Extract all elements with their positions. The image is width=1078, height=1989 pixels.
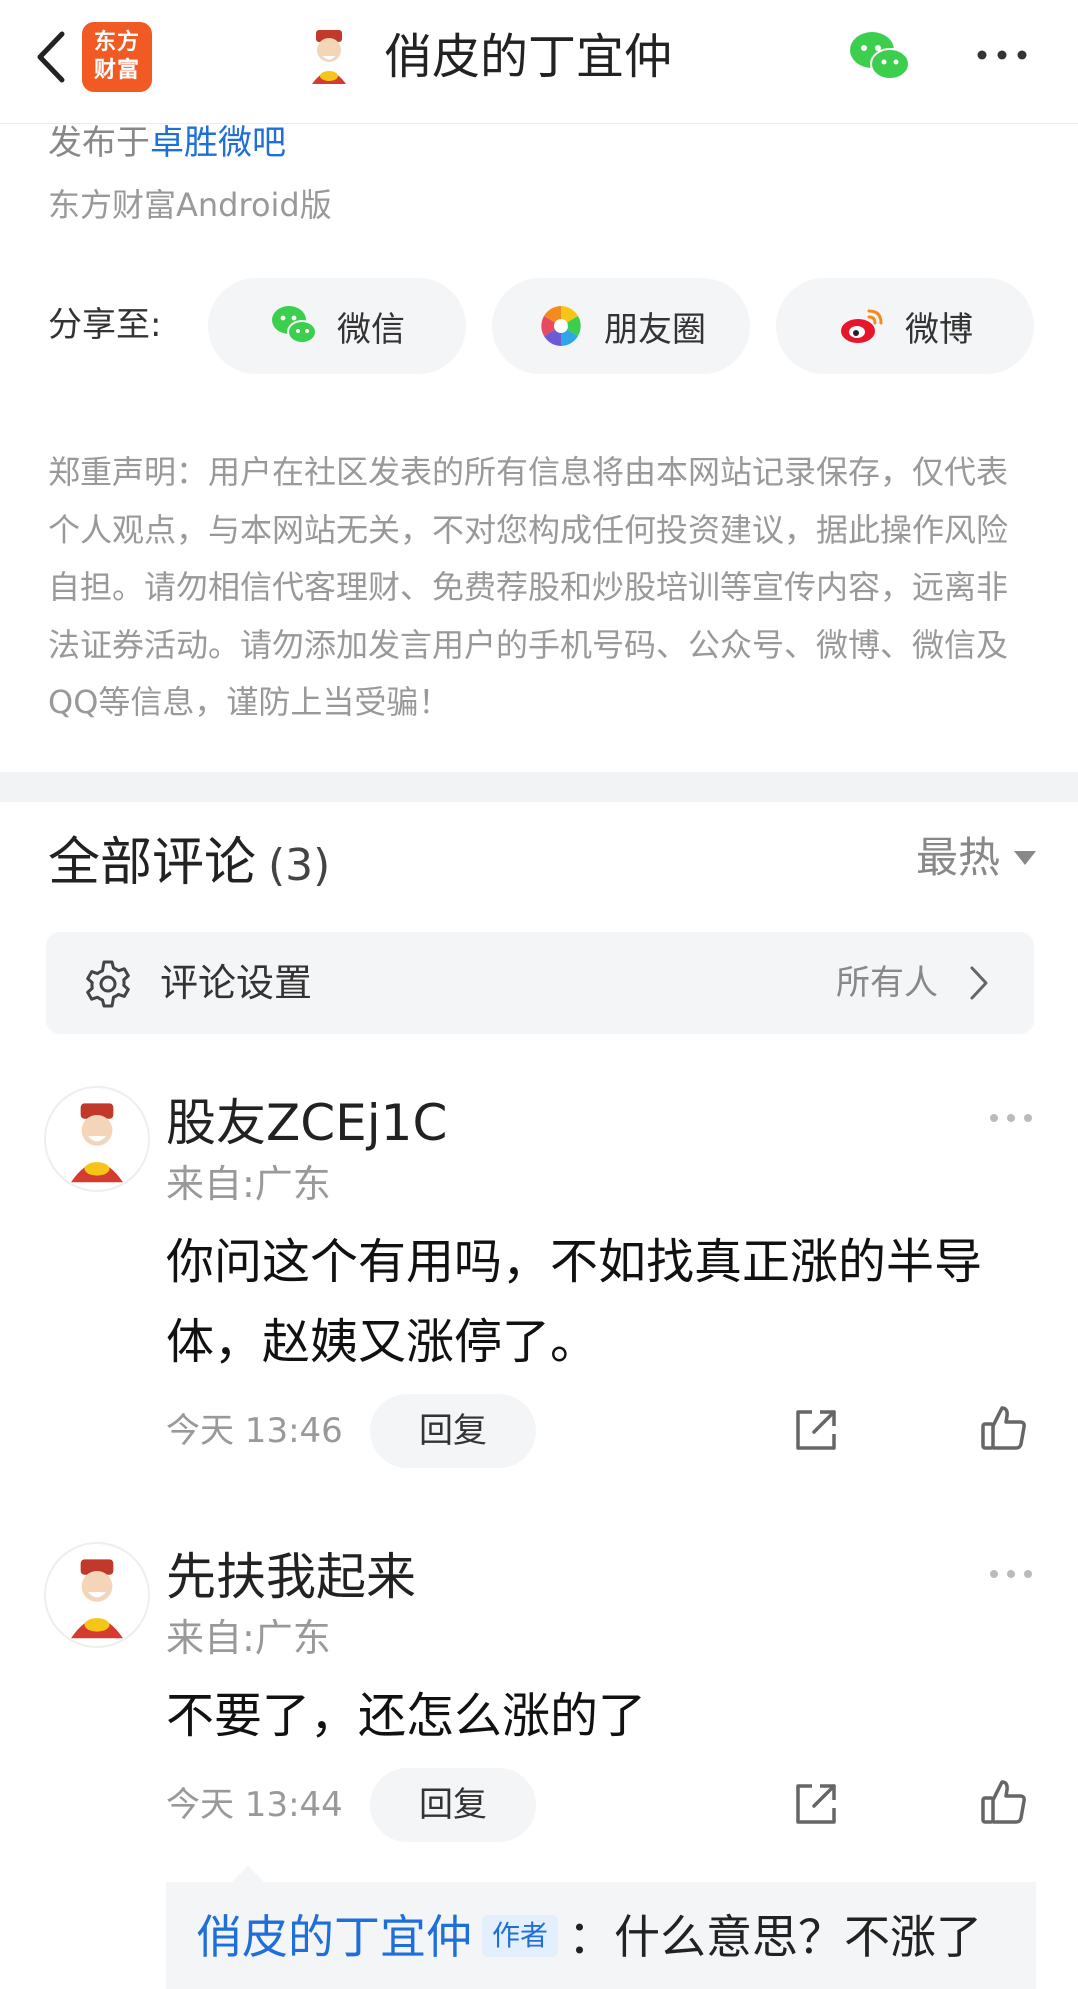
gear-icon [86, 960, 130, 1008]
commenter-avatar[interactable] [44, 1542, 150, 1648]
share-weibo-button[interactable]: 微博 [776, 278, 1034, 374]
reply-author-name[interactable]: 俏皮的丁宜仲 [196, 1910, 472, 1964]
share-weibo-label: 微博 [905, 309, 973, 350]
author-reply-line: 俏皮的丁宜仲 作者 ：什么意思？不涨了 [196, 1904, 982, 1970]
back-arrow-icon[interactable] [18, 22, 88, 92]
share-wechat-label: 微信 [337, 309, 405, 350]
comments-title: 全部评论 [48, 833, 257, 893]
share-icon[interactable] [790, 1404, 842, 1456]
commenter-name[interactable]: 先扶我起来 [166, 1542, 416, 1612]
comment-text: 你问这个有用吗，不如找真正涨的半导体，赵姨又涨停了。 [166, 1234, 983, 1370]
comments-heading: 全部评论 (3) [48, 828, 330, 901]
reply-box-notch [232, 1866, 264, 1882]
comment-settings-bar[interactable]: 评论设置 所有人 [46, 932, 1034, 1034]
dropdown-triangle-icon [1014, 851, 1036, 865]
share-moments-label: 朋友圈 [604, 309, 706, 350]
sort-label: 最热 [915, 833, 1000, 882]
sort-dropdown[interactable]: 最热 [916, 828, 1036, 888]
reply-button[interactable]: 回复 [370, 1394, 536, 1468]
section-divider [0, 772, 1078, 802]
share-moments-button[interactable]: 朋友圈 [492, 278, 750, 374]
weibo-icon [841, 309, 883, 343]
author-reply-box[interactable]: 俏皮的丁宜仲 作者 ：什么意思？不涨了 [166, 1866, 1036, 1989]
comment-more-icon[interactable] [986, 1108, 1036, 1128]
app-logo[interactable]: 东方 财富 [82, 22, 152, 92]
commenter-location: 来自:广东 [166, 1162, 331, 1206]
app-logo-line1: 东方 [93, 30, 140, 55]
share-wechat-button[interactable]: 微信 [208, 278, 466, 374]
posted-in-line: 发布于卓胜微吧 [48, 118, 286, 168]
comment-settings-label: 评论设置 [160, 961, 313, 1005]
forum-link[interactable]: 卓胜微吧 [150, 123, 286, 163]
comment-time: 今天 13:46 [166, 1411, 343, 1451]
wechat-icon [272, 306, 317, 344]
comment-more-icon[interactable] [986, 1564, 1036, 1584]
comment-time: 今天 13:44 [166, 1785, 343, 1825]
reply-button[interactable]: 回复 [370, 1768, 536, 1842]
wechat-share-icon[interactable] [846, 28, 912, 84]
moments-icon [541, 306, 581, 346]
posted-in-prefix: 发布于 [48, 123, 150, 163]
thumbs-up-icon[interactable] [978, 1402, 1030, 1454]
comment-text: 不要了，还怎么涨的了 [166, 1688, 647, 1744]
client-source: 东方财富Android版 [48, 186, 332, 224]
comment-settings-value: 所有人 [836, 963, 938, 1003]
commenter-avatar[interactable] [44, 1086, 150, 1192]
page-title: 俏皮的丁宜仲 [384, 29, 673, 85]
author-avatar-icon[interactable] [298, 26, 360, 88]
commenter-name[interactable]: 股友ZCEj1C [166, 1088, 447, 1158]
more-options-icon[interactable] [972, 40, 1032, 70]
disclaimer-text: 郑重声明：用户在社区发表的所有信息将由本网站记录保存，仅代表个人观点，与本网站无… [48, 453, 1009, 721]
thumbs-up-icon[interactable] [978, 1776, 1030, 1828]
comments-count: (3) [268, 840, 331, 891]
share-icon[interactable] [790, 1778, 842, 1830]
author-badge: 作者 [482, 1915, 559, 1957]
app-logo-line2: 财富 [93, 58, 140, 83]
reply-text: ：什么意思？不涨了 [568, 1910, 983, 1964]
top-navigation-bar: 东方 财富 俏皮的丁宜仲 [0, 0, 1078, 124]
commenter-location: 来自:广东 [166, 1616, 331, 1660]
share-label: 分享至: [48, 305, 162, 345]
chevron-right-icon [970, 966, 988, 1000]
